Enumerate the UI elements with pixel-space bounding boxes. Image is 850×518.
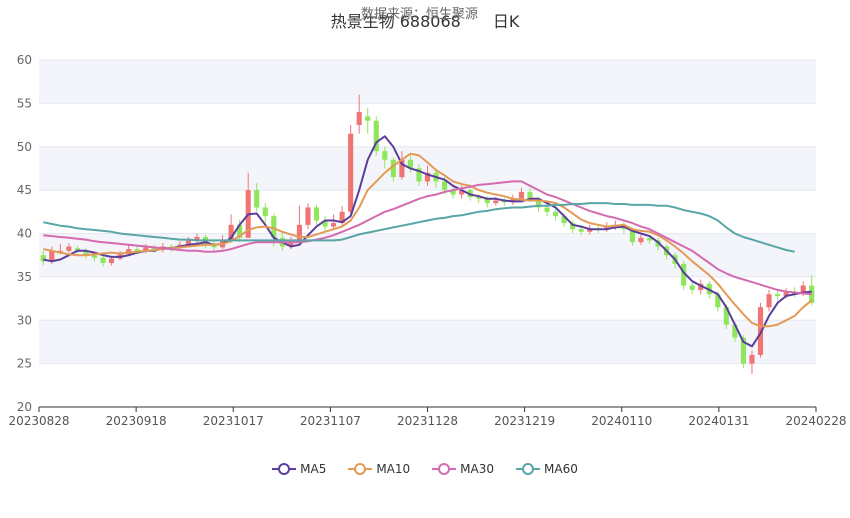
x-tick-label: 20231219	[494, 414, 555, 428]
x-tick-label: 20231107	[300, 414, 361, 428]
candle-body	[348, 133, 354, 212]
legend-item-ma5[interactable]: MA5	[272, 462, 326, 476]
candle-body	[689, 285, 695, 290]
legend-item-ma10[interactable]: MA10	[348, 462, 410, 476]
y-tick-label: 35	[17, 270, 32, 284]
candle-body	[749, 354, 755, 364]
x-tick-label: 20240228	[785, 414, 846, 428]
legend-swatch-ma30	[432, 463, 457, 475]
candle-body	[356, 112, 362, 126]
x-tick-label: 20230828	[8, 414, 69, 428]
legend-label-ma5: MA5	[300, 462, 327, 476]
legend: MA5 MA10 MA30 MA60	[0, 462, 850, 476]
grid-band	[39, 60, 816, 104]
candle-body	[527, 191, 533, 199]
candle-body	[544, 207, 550, 212]
y-tick-label: 25	[17, 357, 32, 371]
legend-item-ma30[interactable]: MA30	[432, 462, 494, 476]
legend-label-ma60: MA60	[544, 462, 578, 476]
candlestick-chart: 20 25 30 35 40 45 50 55 60 20230828 20230918 202310…	[8, 53, 846, 428]
candle-body	[313, 207, 320, 221]
candle-body	[775, 294, 781, 296]
x-tick-label: 20231128	[397, 414, 458, 428]
candle-body	[493, 200, 499, 204]
x-tick-label: 20240110	[591, 414, 652, 428]
y-tick-label: 45	[17, 183, 32, 197]
legend-swatch-ma10	[348, 463, 373, 475]
candle-body	[365, 116, 371, 121]
y-tick-label: 40	[17, 227, 32, 241]
candle-body	[305, 207, 311, 225]
candle-body	[331, 223, 337, 227]
candle-body	[49, 250, 55, 262]
legend-swatch-ma5	[272, 463, 297, 475]
legend-label-ma30: MA30	[460, 462, 495, 476]
candle-body	[638, 237, 644, 243]
legend-label-ma10: MA10	[376, 462, 411, 476]
legend-item-ma60[interactable]: MA60	[516, 462, 578, 476]
x-tick-label: 20231017	[203, 414, 264, 428]
candle-body	[100, 257, 106, 263]
y-tick-label: 50	[17, 140, 32, 154]
candle-body	[66, 246, 72, 251]
y-tick-label: 20	[17, 400, 32, 414]
candle-body	[74, 248, 80, 250]
candle-body	[91, 255, 98, 258]
x-tick-label: 20230918	[106, 414, 167, 428]
y-tick-label: 60	[17, 53, 32, 67]
legend-swatch-ma60	[516, 463, 541, 475]
candle-body	[766, 294, 772, 308]
y-tick-label: 55	[17, 96, 32, 110]
candle-body	[254, 190, 260, 208]
candle-body	[553, 211, 559, 217]
candle-body	[442, 181, 448, 191]
candle-body	[109, 258, 115, 263]
candle-body	[518, 191, 524, 199]
grid-band	[39, 320, 816, 364]
candle-body	[578, 229, 584, 232]
x-tick-label: 20240131	[688, 414, 749, 428]
candle-body	[262, 207, 268, 217]
y-tick-label: 30	[17, 313, 32, 327]
candle-body	[382, 151, 388, 160]
